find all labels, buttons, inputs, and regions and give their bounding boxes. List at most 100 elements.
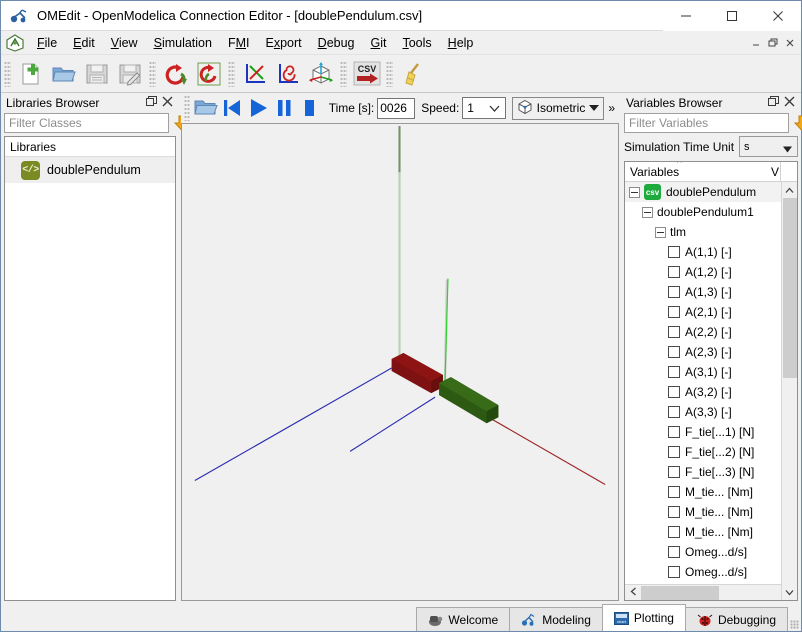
plot-parametric-icon[interactable]: [272, 58, 303, 89]
variables-horizontal-scrollbar[interactable]: [625, 584, 797, 600]
variable-row[interactable]: A(2,1) [-]: [625, 302, 797, 322]
variables-tree-header[interactable]: ^ Variables V: [625, 162, 797, 182]
variable-row[interactable]: A(3,1) [-]: [625, 362, 797, 382]
new-file-icon[interactable]: [15, 58, 46, 89]
menu-fmi[interactable]: FMI: [220, 33, 258, 53]
open-folder-icon[interactable]: [48, 58, 79, 89]
toolbar-overflow-button[interactable]: »: [604, 101, 619, 115]
redo-arrow-icon[interactable]: [193, 58, 224, 89]
scroll-up-arrow-icon[interactable]: [785, 182, 794, 198]
variable-checkbox[interactable]: [668, 246, 680, 258]
variable-row[interactable]: Omeg...d/s]: [625, 542, 797, 562]
variable-checkbox[interactable]: [668, 546, 680, 558]
variable-tree-node[interactable]: csvdoublePendulum: [625, 182, 797, 202]
menu-help[interactable]: Help: [440, 33, 482, 53]
resize-grip[interactable]: [790, 620, 799, 629]
menu-file[interactable]: File: [29, 33, 65, 53]
minimize-button[interactable]: [663, 1, 709, 31]
close-dock-icon-variables[interactable]: [784, 96, 795, 110]
view-mode-combobox[interactable]: Isometric: [512, 97, 605, 120]
tab-plotting[interactable]: chartPlotting: [602, 604, 686, 631]
open-animation-file-button[interactable]: [193, 94, 219, 122]
stop-button[interactable]: [297, 94, 323, 122]
variable-row[interactable]: M_tie... [Nm]: [625, 522, 797, 542]
variable-checkbox[interactable]: [668, 366, 680, 378]
variable-row[interactable]: M_tie... [Nm]: [625, 482, 797, 502]
close-button[interactable]: [755, 1, 801, 31]
expander-collapse-icon[interactable]: [642, 207, 653, 218]
speed-combobox[interactable]: 1: [462, 97, 505, 119]
arrow-down-icon-variables[interactable]: [794, 115, 802, 132]
variable-row[interactable]: A(2,2) [-]: [625, 322, 797, 342]
variable-row[interactable]: A(3,3) [-]: [625, 402, 797, 422]
library-item-doublependulum[interactable]: </> doublePendulum: [5, 157, 175, 183]
menu-debug[interactable]: Debug: [310, 33, 363, 53]
toolbar-grip-2[interactable]: [149, 61, 156, 87]
variable-checkbox[interactable]: [668, 386, 680, 398]
expander-collapse-icon[interactable]: [655, 227, 666, 238]
variables-vertical-scrollbar[interactable]: [781, 182, 797, 600]
tab-debugging[interactable]: Debugging: [685, 607, 788, 631]
animation-3d-viewport[interactable]: [181, 123, 619, 601]
undo-arrow-icon[interactable]: [160, 58, 191, 89]
toolbar-grip-5[interactable]: [386, 61, 393, 87]
variable-tree-node[interactable]: doublePendulum1: [625, 202, 797, 222]
variable-checkbox[interactable]: [668, 306, 680, 318]
simulation-time-unit-combobox[interactable]: s: [739, 136, 798, 157]
broom-icon[interactable]: [397, 58, 428, 89]
variables-tree-rows[interactable]: csvdoublePendulumdoublePendulum1tlmA(1,1…: [625, 182, 797, 584]
variable-row[interactable]: Omeg...d/s]: [625, 562, 797, 582]
save-as-disk-icon[interactable]: [114, 58, 145, 89]
plot-xy-icon[interactable]: [239, 58, 270, 89]
sim-toolbar-grip[interactable]: [184, 95, 190, 121]
variable-checkbox[interactable]: [668, 286, 680, 298]
mdi-close-button[interactable]: [782, 35, 797, 50]
variable-checkbox[interactable]: [668, 486, 680, 498]
toolbar-grip-4[interactable]: [340, 61, 347, 87]
variable-checkbox[interactable]: [668, 526, 680, 538]
vertical-scroll-thumb[interactable]: [783, 198, 797, 378]
variable-row[interactable]: A(1,1) [-]: [625, 242, 797, 262]
variable-checkbox[interactable]: [668, 266, 680, 278]
menu-tools[interactable]: Tools: [394, 33, 439, 53]
variable-checkbox[interactable]: [668, 406, 680, 418]
variable-checkbox[interactable]: [668, 346, 680, 358]
save-disk-icon[interactable]: [81, 58, 112, 89]
variable-row[interactable]: A(2,3) [-]: [625, 342, 797, 362]
menu-edit[interactable]: Edit: [65, 33, 103, 53]
column-separator[interactable]: [780, 162, 781, 181]
variable-row[interactable]: A(1,3) [-]: [625, 282, 797, 302]
float-dock-icon[interactable]: [146, 96, 157, 110]
variable-row[interactable]: A(3,2) [-]: [625, 382, 797, 402]
filter-classes-input[interactable]: [4, 113, 169, 133]
toolbar-grip-3[interactable]: [228, 61, 235, 87]
maximize-button[interactable]: [709, 1, 755, 31]
expander-collapse-icon[interactable]: [629, 187, 640, 198]
variable-tree-node[interactable]: tlm: [625, 222, 797, 242]
mdi-restore-button[interactable]: [765, 35, 780, 50]
variable-row[interactable]: F_tie[...3) [N]: [625, 462, 797, 482]
menu-export[interactable]: Export: [258, 33, 310, 53]
horizontal-scroll-thumb[interactable]: [641, 586, 719, 600]
rewind-button[interactable]: [219, 94, 245, 122]
csv-export-icon[interactable]: CSV: [351, 58, 382, 89]
libraries-tree[interactable]: Libraries </> doublePendulum: [4, 136, 176, 601]
play-button[interactable]: [245, 94, 271, 122]
tab-modeling[interactable]: Modeling: [509, 607, 603, 631]
variable-checkbox[interactable]: [668, 446, 680, 458]
variable-checkbox[interactable]: [668, 426, 680, 438]
animation-cube-icon[interactable]: [305, 58, 336, 89]
filter-variables-input[interactable]: [624, 113, 789, 133]
close-dock-icon[interactable]: [162, 96, 173, 110]
variable-checkbox[interactable]: [668, 566, 680, 578]
scroll-down-arrow-icon[interactable]: [785, 584, 794, 600]
mdi-minimize-button[interactable]: [748, 35, 763, 50]
variable-row[interactable]: M_tie... [Nm]: [625, 502, 797, 522]
tab-welcome[interactable]: Welcome: [416, 607, 510, 631]
variables-tree[interactable]: ^ Variables V csvdoublePendulumdoublePen…: [624, 161, 798, 601]
float-dock-icon-variables[interactable]: [768, 96, 779, 110]
variable-checkbox[interactable]: [668, 466, 680, 478]
variable-checkbox[interactable]: [668, 506, 680, 518]
toolbar-grip[interactable]: [4, 61, 11, 87]
variable-checkbox[interactable]: [668, 326, 680, 338]
